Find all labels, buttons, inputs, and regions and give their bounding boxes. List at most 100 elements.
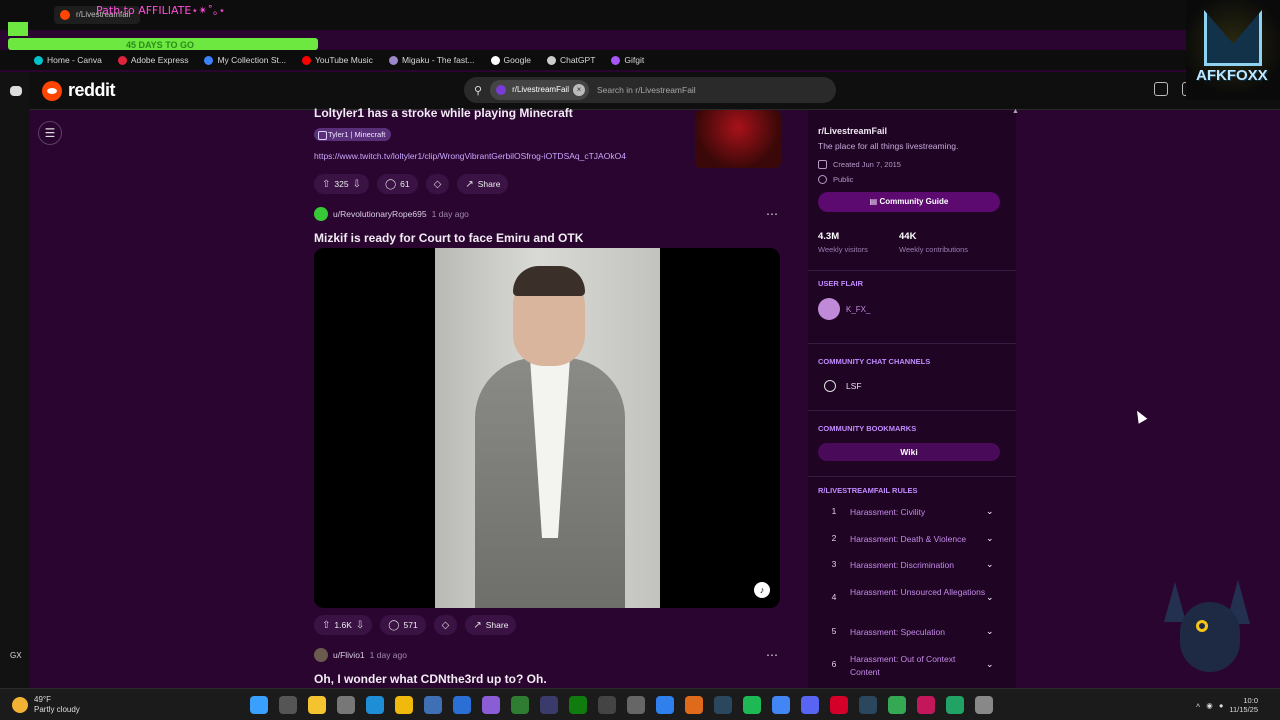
upvote-icon[interactable]: ⇧ [322,620,330,631]
reddit-wordmark: reddit [68,80,116,100]
post-3-title[interactable]: Oh, I wonder what CDNthe3rd up to? Oh. [314,670,547,688]
post-flair[interactable]: Tyler1 | Minecraft [314,128,392,141]
award-button[interactable]: ◇ [433,615,458,635]
subreddit-search-chip[interactable]: r/LivestreamFail × [490,80,589,100]
obs-icon[interactable] [598,696,616,714]
post-video[interactable]: ♪ [314,248,780,608]
microphone-icon[interactable]: ● [1219,701,1224,710]
bookmark-migaku[interactable]: Migaku - The fast... [388,55,475,65]
office-icon[interactable] [685,696,703,714]
chrome-icon[interactable] [772,696,790,714]
reddit-logo[interactable]: reddit [42,80,116,101]
spotify-icon[interactable] [743,696,761,714]
rule-item[interactable]: 3 Harassment: Discrimination ⌄ [818,559,1000,572]
post-author[interactable]: u/Flivio1 [333,650,365,660]
streamer-brand: AFKFOXX [1196,67,1268,84]
post-author[interactable]: u/RevolutionaryRope695 [333,209,427,219]
tray-overflow-icon[interactable]: ˄ [1196,701,1200,710]
windows-taskbar: 49°F Partly cloudy ˄ ◉ ● 10:0 11/15/25 [0,688,1280,720]
app-icon[interactable] [627,696,645,714]
bookmark-youtube-music[interactable]: YouTube Music [301,55,373,65]
terminal-icon[interactable] [453,696,471,714]
nvidia-icon[interactable] [511,696,529,714]
taskbar-clock[interactable]: 10:0 11/15/25 [1229,696,1258,714]
vote-pill[interactable]: ⇧ 1.6K ⇩ [314,615,373,635]
steam-icon[interactable] [714,696,732,714]
sticky-notes-icon[interactable] [308,696,326,714]
app-red-icon[interactable] [917,696,935,714]
weekly-visitors: 4.3M Weekly visitors [818,231,868,254]
chevron-down-icon: ⌄ [986,506,994,516]
edge-icon[interactable] [366,696,384,714]
fox-emblem-icon [1204,10,1262,66]
comments-button[interactable]: ◯ 571 [380,615,426,635]
vote-pill[interactable]: ⇧ 325 ⇩ [314,174,369,194]
bookmark-chatgpt[interactable]: ChatGPT [546,55,595,65]
avatar[interactable] [314,648,328,662]
post-thumbnail[interactable] [695,110,781,168]
search-input[interactable]: Search in r/LivestreamFail [597,85,696,95]
downvote-icon[interactable]: ⇩ [353,179,361,190]
comments-button[interactable]: ◯ 61 [376,174,418,194]
scroll-up-icon[interactable]: ▲ [1012,108,1019,122]
copilot-icon[interactable] [482,696,500,714]
reddit-alien-icon [42,80,62,101]
visual-studio-icon[interactable] [540,696,558,714]
discord-icon[interactable] [801,696,819,714]
upvote-icon[interactable]: ⇧ [322,179,330,190]
bookmark-adobe-express[interactable]: Adobe Express [117,55,188,65]
rule-item[interactable]: 5 Harassment: Speculation ⌄ [818,626,1000,639]
app-window-icon[interactable] [975,696,993,714]
share-button[interactable]: ↗ Share [465,615,517,635]
store-icon[interactable] [656,696,674,714]
bookmark-my-collection[interactable]: My Collection St... [204,55,286,65]
volume-icon[interactable]: ♪ [754,582,770,598]
more-options-icon[interactable]: ⋯ [766,648,778,662]
menu-icon[interactable]: ☰ [38,121,62,145]
downvote-icon[interactable]: ⇩ [356,620,364,631]
chat-channel-lsf[interactable]: LSF [824,380,862,392]
more-options-icon[interactable]: ⋯ [766,207,778,221]
clear-chip-icon[interactable]: × [572,84,585,96]
stream-overlay-counter: 45 DAYS TO GO [126,40,195,50]
stream-overlay-block [8,22,28,36]
file-explorer-icon[interactable] [395,696,413,714]
discord-icon[interactable] [10,86,22,96]
bookmark-gifgit[interactable]: Gifgit [611,55,644,65]
post-2-title[interactable]: Mizkif is ready for Court to face Emiru … [314,229,583,247]
search-bar[interactable]: ⚲ r/LivestreamFail × Search in r/Livestr… [464,77,836,103]
xbox-icon[interactable] [569,696,587,714]
community-guide-button[interactable]: ▤ Community Guide [818,192,1000,212]
rule-item[interactable]: 1 Harassment: Civility ⌄ [818,506,1000,519]
avatar[interactable] [314,207,328,221]
calculator-icon[interactable] [424,696,442,714]
windows-start-icon[interactable] [250,696,268,714]
app-green-icon[interactable] [946,696,964,714]
weather-widget[interactable]: 49°F Partly cloudy [12,695,80,715]
wiki-button[interactable]: Wiki [818,443,1000,461]
post-link[interactable]: https://www.twitch.tv/loltyler1/clip/Wro… [314,151,626,161]
taskbar-apps [250,696,993,714]
task-view-icon[interactable] [279,696,297,714]
rule-item[interactable]: 2 Harassment: Death & Violence ⌄ [818,533,1000,546]
reddit-header: reddit ⚲ r/LivestreamFail × Search in r/… [30,72,1280,110]
network-icon[interactable]: ◉ [1206,701,1213,710]
community-name[interactable]: r/LivestreamFail [818,126,887,136]
advertise-icon[interactable] [1154,82,1168,96]
bookmark-google[interactable]: Google [490,55,531,65]
migaku-icon [388,55,398,65]
bookmark-canva[interactable]: Home - Canva [34,55,102,65]
rule-item[interactable]: 4 Harassment: Unsourced Allegations ⌄ [818,586,1000,603]
rule-item[interactable]: 6 Harassment: Out of Context Content ⌄ [818,653,1000,679]
opera-gx-icon[interactable] [830,696,848,714]
settings-gear-icon[interactable] [337,696,355,714]
share-button[interactable]: ↗ Share [457,174,509,194]
stream-overlay-title: Path to AFFILIATE⋆✴︎˚｡⋆ [96,4,226,17]
share-icon: ↗ [465,178,474,190]
award-button[interactable]: ◇ [425,174,450,194]
community-sidebar: r/LivestreamFail The place for all thing… [808,110,1016,688]
steam-alt-icon[interactable] [859,696,877,714]
chrome-alt-icon[interactable] [888,696,906,714]
user-flair[interactable]: K_FX_ [818,298,870,320]
post-1-title[interactable]: Loltyler1 has a stroke while playing Min… [314,104,573,122]
